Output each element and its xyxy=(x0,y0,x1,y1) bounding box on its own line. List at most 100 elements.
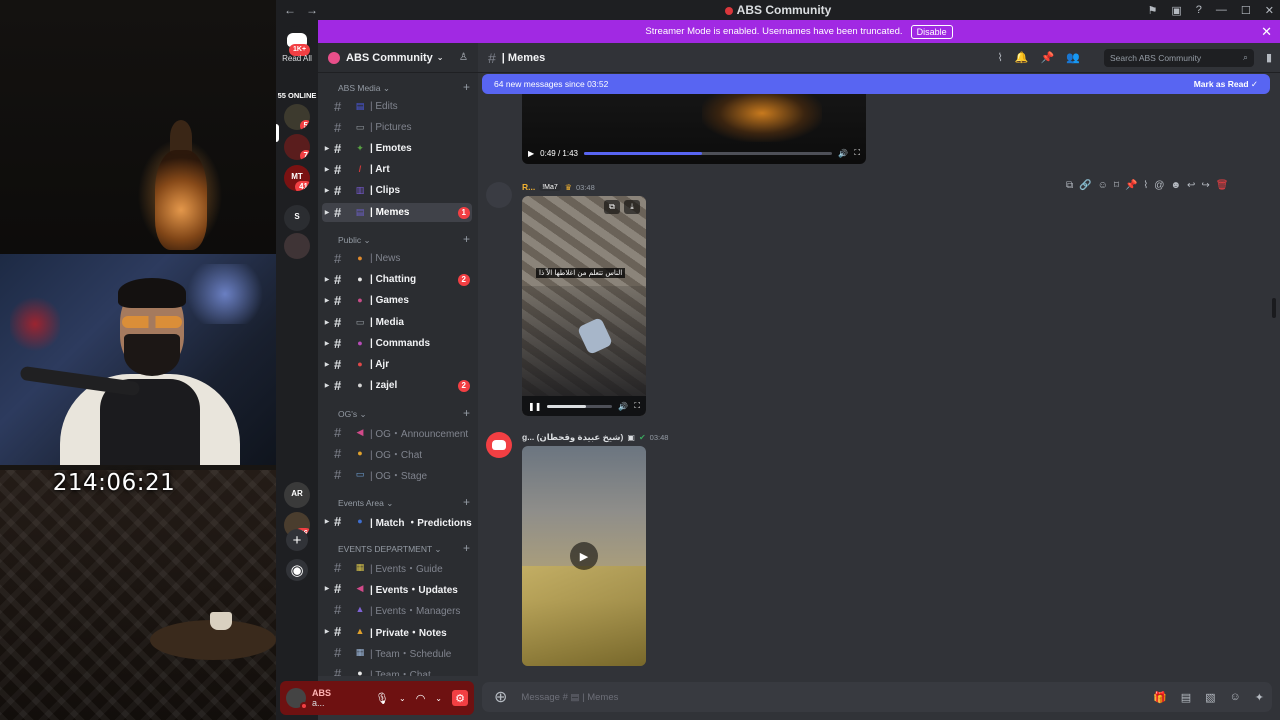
app-icon[interactable]: ⧉ xyxy=(1066,180,1073,191)
reaction-icon[interactable]: ☻ xyxy=(1170,180,1181,191)
home-button[interactable]: 1K+ xyxy=(283,26,311,56)
channel-item[interactable]: ▶ # ● | Games xyxy=(322,291,472,310)
sticker-icon[interactable]: ▧ xyxy=(1205,691,1215,704)
maximize-icon[interactable]: ☐ xyxy=(1241,4,1251,17)
channel-category[interactable]: Public ⌄ + xyxy=(318,232,478,249)
channel-item[interactable]: ▶ # / | Art xyxy=(322,160,472,179)
video-progress-bar[interactable] xyxy=(547,404,613,408)
channel-item[interactable]: # ● | Team・Chat xyxy=(322,664,472,676)
bookmark-icon[interactable]: ⌑ xyxy=(1114,180,1119,191)
server-icon[interactable]: 5 xyxy=(284,104,310,130)
channel-item[interactable]: # ▲ | Events・Managers xyxy=(322,600,472,619)
channel-item[interactable]: # ▭ | OG・Stage xyxy=(322,465,472,484)
play-icon[interactable]: ▶ xyxy=(528,149,534,158)
channel-item[interactable]: ▶ # ● | Ajr xyxy=(322,355,472,374)
create-channel-icon[interactable]: + xyxy=(463,406,470,420)
chevron-down-icon[interactable]: ⌄ xyxy=(435,694,442,703)
attach-plus-icon[interactable]: ⊕ xyxy=(494,687,507,707)
channel-item[interactable]: # ▤ | Edits xyxy=(322,97,472,116)
channel-category[interactable]: Events Area ⌄ + xyxy=(318,495,478,512)
read-all-button[interactable]: Read All xyxy=(276,54,318,63)
channel-item[interactable]: # ● | News xyxy=(322,249,472,268)
settings-gear-icon[interactable]: ⚙ xyxy=(452,690,468,706)
reply-icon[interactable]: ↩ xyxy=(1187,180,1195,191)
thread-icon[interactable]: ⌇ xyxy=(1143,180,1148,191)
channel-item[interactable]: ▶ # ● | Match ・Predictions xyxy=(322,512,472,531)
video-player[interactable]: ▶ 0:49 / 1:43 🔊 ⛶ xyxy=(522,94,866,164)
channel-category[interactable]: OG's ⌄ + xyxy=(318,406,478,423)
server-icon[interactable]: AR xyxy=(284,482,310,508)
channel-item[interactable]: # ▦ | Team・Schedule xyxy=(322,643,472,662)
fullscreen-icon[interactable]: ⛶ xyxy=(634,401,640,411)
video-player[interactable]: الناس تتعلم من اغلاطها الاّ ذا ⧉ ⤓ ❚❚ 🔊 … xyxy=(522,196,646,416)
close-window-icon[interactable]: ✕ xyxy=(1265,4,1274,17)
explore-servers-icon[interactable]: ◉ xyxy=(286,559,308,581)
user-avatar[interactable] xyxy=(486,182,512,208)
flag-icon[interactable]: ⚑ xyxy=(1148,4,1158,17)
chevron-down-icon[interactable]: ⌄ xyxy=(399,694,406,703)
pause-icon[interactable]: ❚❚ xyxy=(528,402,541,411)
delete-icon[interactable]: 🗑 xyxy=(1216,180,1229,191)
add-server-icon[interactable]: + xyxy=(286,529,308,551)
members-icon[interactable]: 👥 xyxy=(1066,51,1080,64)
emoji-icon[interactable]: ☺ xyxy=(1230,691,1241,704)
add-member-icon[interactable]: ♙ xyxy=(459,52,468,63)
download-icon[interactable]: ⤓ xyxy=(624,200,640,214)
create-channel-icon[interactable]: + xyxy=(463,495,470,509)
picture-in-picture-icon[interactable]: ⧉ xyxy=(604,200,620,214)
mention-icon[interactable]: @ xyxy=(1154,180,1164,191)
pin-icon[interactable]: 📌 xyxy=(1041,51,1055,64)
screen-share-icon[interactable]: ▣ xyxy=(1171,4,1181,17)
channel-item[interactable]: ▶ # ● | Commands xyxy=(322,334,472,353)
channel-item[interactable]: ▶ # ● | Chatting 2 xyxy=(322,270,472,289)
channel-item[interactable]: # ● | OG・Chat xyxy=(322,444,472,463)
emoji-react-icon[interactable]: ☺ xyxy=(1098,180,1108,191)
channel-item[interactable]: # ▦ | Events・Guide xyxy=(322,558,472,577)
message-input[interactable]: Message # ▤ | Memes xyxy=(521,692,618,703)
channel-item[interactable]: # ◀ | OG・Announcement xyxy=(322,423,472,442)
user-avatar[interactable] xyxy=(286,688,308,710)
fullscreen-icon[interactable]: ⛶ xyxy=(854,148,860,158)
channel-item[interactable]: ▶ # ✦ | Emotes xyxy=(322,139,472,158)
pin-icon[interactable]: 📌 xyxy=(1125,180,1137,191)
create-channel-icon[interactable]: + xyxy=(463,232,470,246)
bell-icon[interactable]: 🔔 xyxy=(1015,51,1029,64)
video-player[interactable]: ▶ xyxy=(522,446,646,666)
new-messages-bar[interactable]: 64 new messages since 03:52 Mark as Read… xyxy=(482,74,1270,94)
message-author[interactable]: R... xyxy=(522,182,535,192)
channel-item[interactable]: ▶ # ▤ | Memes 1 xyxy=(322,203,472,222)
headphones-icon[interactable]: ◠ xyxy=(416,692,426,705)
video-progress-bar[interactable] xyxy=(583,151,833,155)
gift-icon[interactable]: 🎁 xyxy=(1153,691,1167,704)
create-channel-icon[interactable]: + xyxy=(463,80,470,94)
channel-item[interactable]: ▶ # ◀ | Events・Updates xyxy=(322,579,472,598)
forward-icon[interactable]: ↪ xyxy=(1201,180,1209,191)
server-header[interactable]: ABS Community ⌄ ♙ xyxy=(318,43,478,73)
scrollbar[interactable] xyxy=(1272,298,1276,318)
microphone-icon[interactable]: 🎙 xyxy=(375,692,389,705)
gif-icon[interactable]: ▤ xyxy=(1181,691,1191,704)
message-author[interactable]: g... (شيخ عبيدة وقحطان) xyxy=(522,432,623,443)
inbox-icon[interactable]: ▮ xyxy=(1266,51,1272,64)
channel-category[interactable]: EVENTS DEPARTMENT ⌄ + xyxy=(318,541,478,558)
channel-category[interactable]: ABS Media ⌄ + xyxy=(318,80,478,97)
apps-icon[interactable]: ✦ xyxy=(1255,691,1264,704)
user-avatar[interactable] xyxy=(486,432,512,458)
channel-item[interactable]: ▶ # ● | zajel 2 xyxy=(322,376,472,395)
minimize-icon[interactable]: — xyxy=(1216,4,1227,16)
server-icon[interactable]: MT 41 xyxy=(284,165,310,191)
link-icon[interactable]: 🔗 xyxy=(1079,180,1091,191)
channel-item[interactable]: ▶ # ▭ | Media xyxy=(322,313,472,332)
volume-icon[interactable]: 🔊 xyxy=(838,149,848,158)
server-icon[interactable]: S xyxy=(284,205,310,231)
search-input[interactable]: Search ABS Community ⌕ xyxy=(1104,48,1254,67)
channel-item[interactable]: ▶ # ▲ | Private・Notes xyxy=(322,622,472,641)
message-composer[interactable]: ⊕ Message # ▤ | Memes 🎁 ▤ ▧ ☺ ✦ xyxy=(482,682,1272,712)
channel-item[interactable]: ▶ # ▥ | Clips xyxy=(322,181,472,200)
threads-icon[interactable]: ⌇ xyxy=(998,51,1003,64)
create-channel-icon[interactable]: + xyxy=(463,541,470,555)
help-icon[interactable]: ? xyxy=(1196,4,1202,16)
close-banner-icon[interactable]: ✕ xyxy=(1261,24,1272,40)
channel-item[interactable]: # ▭ | Pictures xyxy=(322,118,472,137)
disable-streamer-button[interactable]: Disable xyxy=(910,24,953,39)
